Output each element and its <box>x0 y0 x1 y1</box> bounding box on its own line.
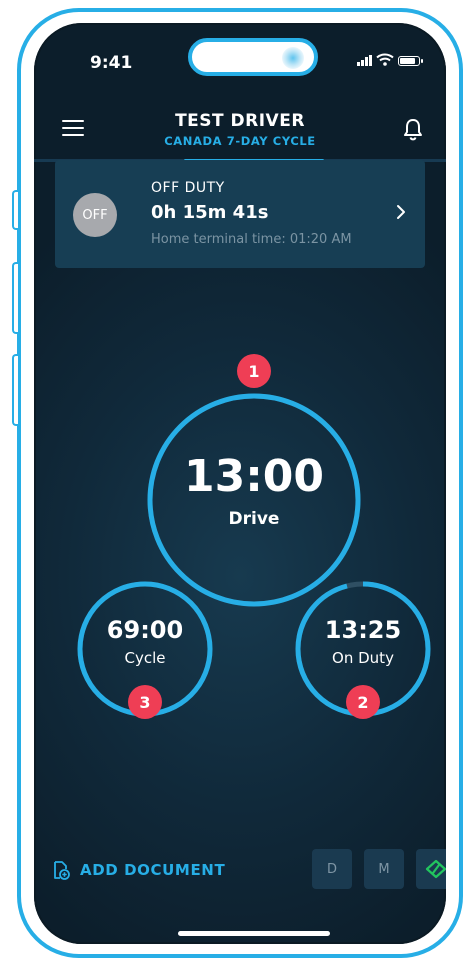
document-add-icon <box>54 861 70 880</box>
cycle-badge: 3 <box>128 685 162 719</box>
cycle-remaining: 69:00 <box>106 616 184 644</box>
connection-icon <box>425 859 446 879</box>
phone-side-button <box>12 354 18 426</box>
drive-label: Drive <box>228 509 280 529</box>
phone-side-button <box>12 190 18 230</box>
phone-side-button <box>12 262 18 334</box>
home-indicator[interactable] <box>178 931 330 936</box>
cycle-label: Cycle <box>124 649 166 667</box>
app-screen: 9:41 TEST DRIVER CANADA 7-DAY CYCLE OFF … <box>34 23 446 944</box>
on-duty-badge: 2 <box>346 685 380 719</box>
on-duty-label: On Duty <box>332 649 394 667</box>
connection-button[interactable] <box>416 849 446 889</box>
drive-remaining: 13:00 <box>183 451 325 502</box>
drive-badge: 1 <box>237 354 271 388</box>
day-view-button[interactable]: D <box>312 849 352 889</box>
add-document-button[interactable]: ADD DOCUMENT <box>52 860 225 880</box>
add-document-label: ADD DOCUMENT <box>80 861 226 879</box>
on-duty-remaining: 13:25 <box>324 616 402 644</box>
month-view-button[interactable]: M <box>364 849 404 889</box>
